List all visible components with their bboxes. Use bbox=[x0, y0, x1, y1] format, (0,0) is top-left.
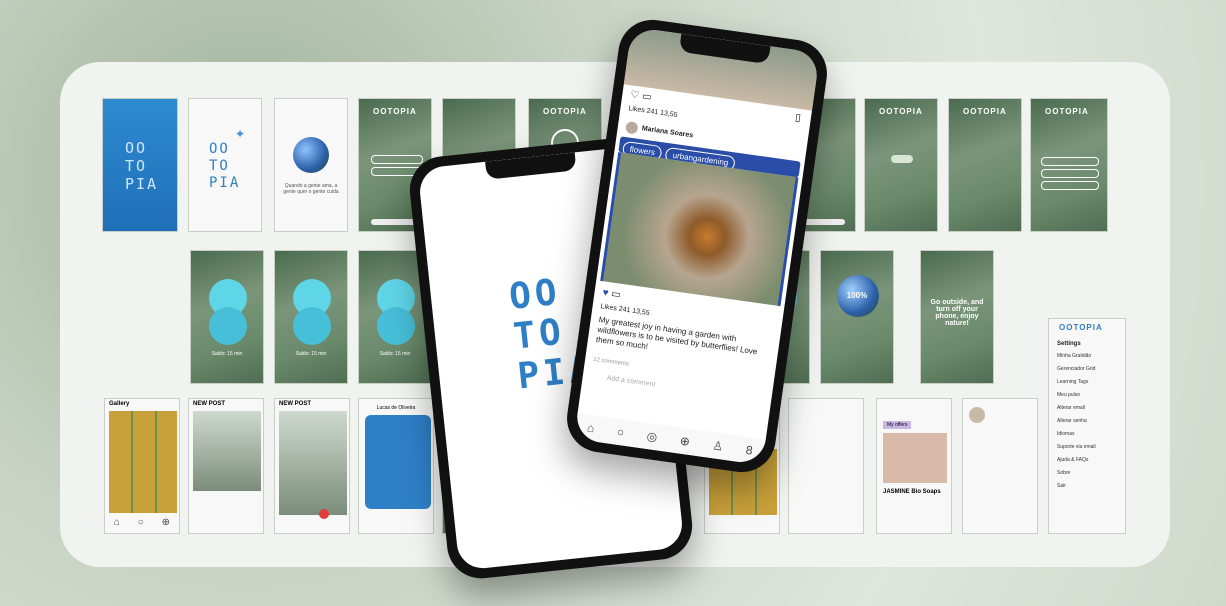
section-label: My offers bbox=[883, 421, 912, 429]
payment-option[interactable] bbox=[1041, 157, 1099, 166]
logo-text: OOTOPIA bbox=[543, 107, 587, 116]
product-image bbox=[883, 433, 947, 483]
payment-option[interactable] bbox=[1041, 181, 1099, 190]
add-comment-input[interactable]: Add a comment bbox=[606, 375, 656, 389]
likes-count: 241 bbox=[646, 107, 659, 117]
photo-preview bbox=[279, 411, 347, 515]
earth-screen: Quando a gente ama, a gente quer o gente… bbox=[274, 98, 348, 232]
settings-item[interactable]: Alterar email bbox=[1057, 405, 1096, 418]
butterfly-icon: ✦ bbox=[235, 127, 246, 141]
splash-screen-blue: OO TO PIA bbox=[102, 98, 178, 232]
settings-item[interactable]: Meu pulso bbox=[1057, 392, 1096, 405]
home-icon[interactable]: ⌂ bbox=[586, 421, 595, 436]
post-author[interactable]: Mariana Soares bbox=[641, 125, 693, 139]
record-button[interactable] bbox=[319, 509, 329, 519]
settings-item[interactable]: Sobre bbox=[1057, 470, 1096, 483]
gallery-screen: Gallery ⌂ ○ ⊕ bbox=[104, 398, 180, 534]
profile-card-screen: Lucas de Oliveira bbox=[358, 398, 434, 534]
logo-text: OOTOPIA bbox=[1045, 107, 1089, 116]
logo-text: OOTOPIA bbox=[963, 107, 1007, 116]
payment-screen: OOTOPIA bbox=[1030, 98, 1108, 232]
settings-item[interactable]: Minha Gratidão bbox=[1057, 353, 1096, 366]
settings-item[interactable]: Sair bbox=[1057, 483, 1096, 496]
timer-blob bbox=[293, 307, 331, 345]
saldo-label: Saldo: 15 min bbox=[379, 351, 411, 357]
logo-text: OOTOPIA bbox=[373, 107, 417, 116]
settings-item[interactable]: Suporte via email bbox=[1057, 444, 1096, 457]
comment-icon[interactable]: ▭ bbox=[610, 289, 621, 301]
logo-line-2: TO bbox=[209, 158, 230, 174]
search-icon[interactable]: ○ bbox=[616, 425, 625, 440]
logo-text: OOTOPIA bbox=[879, 107, 923, 116]
learning-trade-screen bbox=[788, 398, 864, 534]
likes-label: Likes bbox=[600, 303, 618, 313]
add-icon[interactable]: ⊕ bbox=[679, 434, 691, 449]
search-icon[interactable]: ○ bbox=[138, 518, 144, 528]
ooz-count: 13,55 bbox=[631, 307, 651, 318]
earth-progress-screen: 100% bbox=[820, 250, 894, 384]
logo-line-1: OO bbox=[125, 139, 148, 157]
likes-count: 241 bbox=[618, 305, 631, 315]
settings-item[interactable]: Learning Tags bbox=[1057, 379, 1096, 392]
timer-screen-2: Saldo: 15 min bbox=[274, 250, 348, 384]
comments-count[interactable]: 12 comments bbox=[593, 357, 630, 368]
logo-line-1: OO bbox=[209, 141, 230, 157]
new-post-screen-2: NEW POST bbox=[274, 398, 350, 534]
logo-text: OOTOPIA bbox=[1059, 323, 1103, 332]
tab-bar: ⌂ ○ ⊕ bbox=[105, 513, 179, 533]
settings-item[interactable]: Ajuda & FAQs bbox=[1057, 457, 1096, 470]
earth-caption: Quando a gente ama, a gente quer o gente… bbox=[283, 183, 339, 195]
profile-stats-screen bbox=[962, 398, 1038, 534]
heart-filled-icon[interactable]: ♥ bbox=[602, 287, 609, 299]
settings-screen: OOTOPIA Settings Minha Gratidão Gerencia… bbox=[1048, 318, 1126, 534]
nature-screen: Go outside, and turn off your phone, enj… bbox=[920, 250, 994, 384]
saldo-label: Saldo: 15 min bbox=[295, 351, 327, 357]
new-post-title: NEW POST bbox=[279, 401, 312, 407]
home-icon[interactable]: ⌂ bbox=[114, 518, 120, 528]
timer-screen-1: Saldo: 15 min bbox=[190, 250, 264, 384]
logo-line-3: PIA bbox=[209, 175, 241, 191]
membership-screen: OOTOPIA bbox=[948, 98, 1022, 232]
splash-screen-white: OO TO PIA ✦ bbox=[188, 98, 262, 232]
settings-title: Settings bbox=[1057, 341, 1081, 347]
heart-icon[interactable]: ♡ bbox=[630, 89, 640, 101]
timer-blob bbox=[209, 307, 247, 345]
likes-label: Likes bbox=[627, 105, 646, 115]
post-image bbox=[600, 152, 799, 307]
ootopia-icon[interactable]: 8 bbox=[745, 443, 754, 458]
earth-icon bbox=[293, 137, 329, 173]
option-button[interactable] bbox=[371, 155, 423, 164]
gallery-title: Gallery bbox=[109, 401, 130, 407]
settings-item[interactable]: Alterar senha bbox=[1057, 418, 1096, 431]
progress-percent: 100% bbox=[846, 291, 868, 300]
nature-text: Go outside, and turn off your phone, enj… bbox=[930, 299, 984, 327]
settings-item[interactable]: Idiomas bbox=[1057, 431, 1096, 444]
saldo-label: Saldo: 15 min bbox=[211, 351, 243, 357]
profile-icon[interactable]: ♙ bbox=[712, 438, 725, 453]
payment-option[interactable] bbox=[1041, 169, 1099, 178]
product-title: JASMINE Bio Soaps bbox=[883, 489, 941, 495]
settings-item[interactable]: Gerenciador Grid bbox=[1057, 366, 1096, 379]
bookmark-icon[interactable]: ▯ bbox=[794, 112, 801, 124]
add-icon[interactable]: ⊕ bbox=[162, 518, 170, 528]
photo-preview bbox=[193, 411, 261, 491]
toggle-screen: OOTOPIA bbox=[864, 98, 938, 232]
logo-line-3: PIA bbox=[125, 175, 159, 193]
comment-icon[interactable]: ▭ bbox=[641, 91, 652, 103]
profile-name: Lucas de Oliveira bbox=[376, 405, 416, 411]
timer-blob bbox=[377, 307, 415, 345]
product-screen: My offers JASMINE Bio Soaps bbox=[876, 398, 952, 534]
avatar bbox=[969, 407, 985, 423]
compass-icon[interactable]: ◎ bbox=[646, 429, 658, 444]
ooz-count: 13,55 bbox=[659, 109, 678, 119]
new-post-title: NEW POST bbox=[193, 401, 226, 407]
new-post-screen-1: NEW POST bbox=[188, 398, 264, 534]
logo-line-2: TO bbox=[125, 157, 148, 175]
toggle-switch[interactable] bbox=[891, 155, 913, 163]
avatar bbox=[625, 121, 639, 135]
